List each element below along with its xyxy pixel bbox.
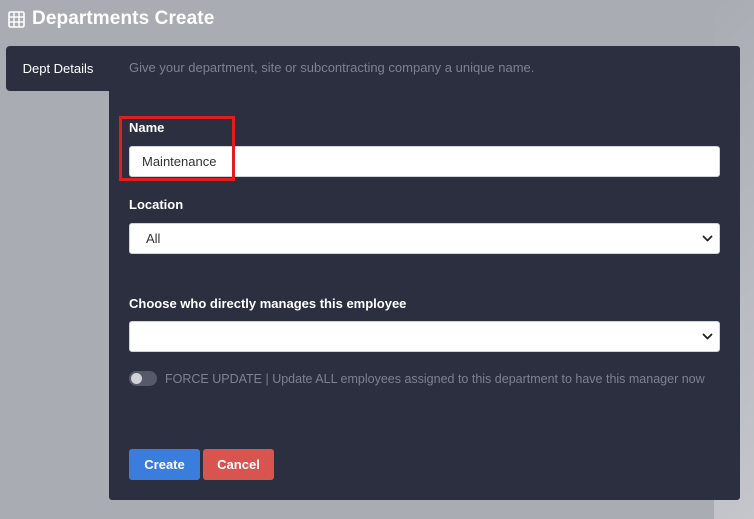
name-label: Name (129, 120, 165, 135)
location-select[interactable]: All (129, 223, 720, 254)
location-label: Location (129, 197, 184, 212)
name-input[interactable] (129, 146, 720, 177)
form-hint: Give your department, site or subcontrac… (129, 60, 535, 75)
tab-dept-details[interactable]: Dept Details (6, 46, 110, 91)
chevron-down-icon (702, 333, 713, 340)
location-selected-value: All (146, 231, 161, 246)
manager-select[interactable] (129, 321, 720, 352)
cancel-button[interactable]: Cancel (203, 449, 274, 480)
create-button[interactable]: Create (129, 449, 200, 480)
force-update-row: FORCE UPDATE | Update ALL employees assi… (129, 371, 705, 386)
page-header: Departments Create (8, 6, 214, 32)
chevron-down-icon (702, 235, 713, 242)
toggle-knob (131, 373, 142, 384)
force-update-toggle[interactable] (129, 371, 157, 386)
manager-label: Choose who directly manages this employe… (129, 296, 407, 311)
form-panel: Give your department, site or subcontrac… (109, 46, 740, 500)
force-update-label: FORCE UPDATE | Update ALL employees assi… (165, 371, 705, 386)
table-grid-icon (8, 10, 25, 28)
page-title: Departments Create (32, 8, 215, 29)
